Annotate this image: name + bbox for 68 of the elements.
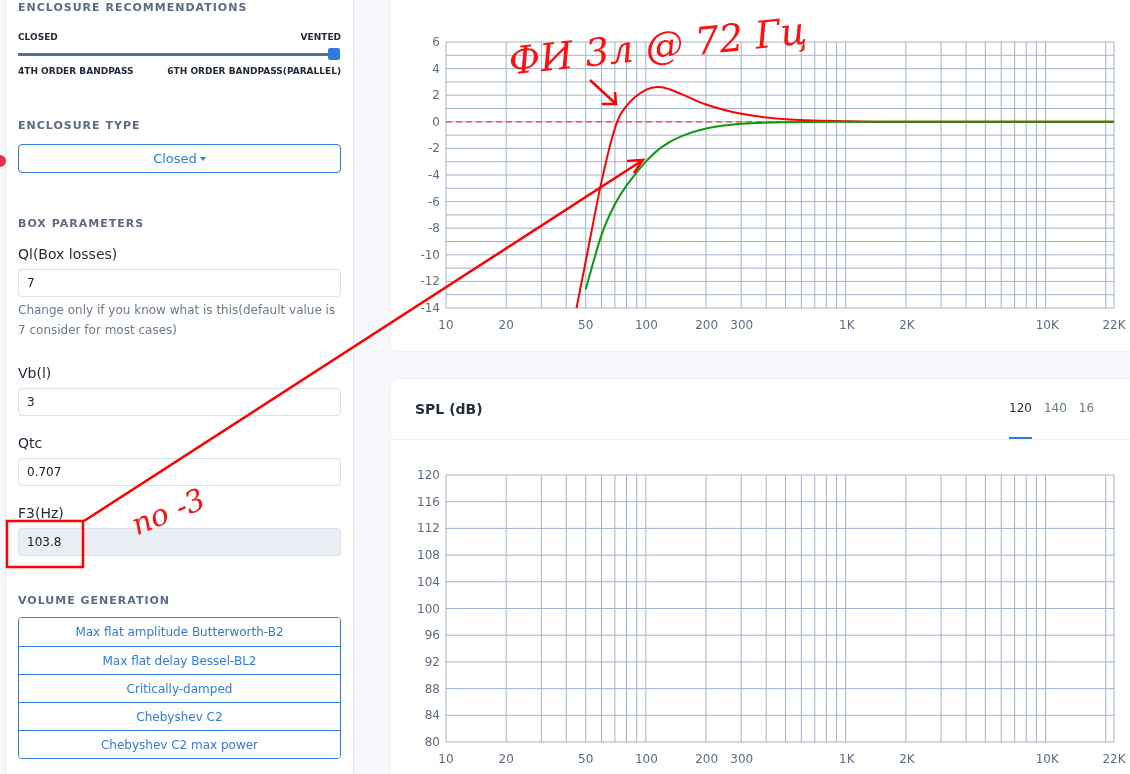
x-axis-label: 300 <box>730 752 754 766</box>
x-axis-label: 22K <box>1102 318 1126 332</box>
field-label: F3(Hz) <box>18 504 64 522</box>
x-axis-label: 10 <box>438 318 454 332</box>
enclosure-type-dropdown[interactable]: Closed <box>18 144 341 173</box>
y-axis-label: -10 <box>420 247 440 262</box>
x-axis-label: 22K <box>1102 752 1126 766</box>
x-axis-label: 2K <box>899 318 915 332</box>
annotation-arrow <box>589 79 618 106</box>
x-axis-label: 100 <box>634 318 658 332</box>
field-label: Ql(Box losses) <box>18 245 118 263</box>
input-field[interactable]: 7 <box>18 269 341 297</box>
x-axis-label: 1K <box>839 318 855 332</box>
caret-icon <box>199 156 206 161</box>
y-axis-label: 100 <box>417 601 440 616</box>
y-axis-label: -6 <box>428 194 440 209</box>
field-label: Vb(l) <box>18 364 52 382</box>
x-axis-label: 50 <box>578 752 594 766</box>
help-text: Change only if you know what is this(default value is 7 consider for most cases) <box>18 302 337 339</box>
slider-label: 4TH ORDER BANDPASS <box>18 65 134 77</box>
y-axis-label: -2 <box>428 141 440 156</box>
x-axis-label: 200 <box>695 752 719 766</box>
x-axis-label: 2K <box>899 752 915 766</box>
section-title: ENCLOSURE RECOMMENDATIONS <box>18 1 249 15</box>
scale-tab[interactable]: 120 <box>1009 379 1032 439</box>
y-axis-label: 92 <box>424 654 440 669</box>
input-field[interactable]: 3 <box>18 388 341 416</box>
y-axis-label: 96 <box>424 628 440 643</box>
section-title: BOX PARAMETERS <box>18 217 146 231</box>
handwritten-note: ФИ 3л @ 72 Гц <box>506 8 809 84</box>
x-axis-label: 50 <box>578 318 594 332</box>
y-axis-label: 116 <box>417 494 440 509</box>
x-axis-label: 20 <box>498 752 514 766</box>
y-axis-label: 84 <box>424 708 440 723</box>
y-axis-label: 108 <box>417 548 440 563</box>
section-title: ENCLOSURE TYPE <box>18 119 142 133</box>
y-axis-label: 112 <box>417 521 440 536</box>
card-title: SPL (dB) <box>415 401 483 417</box>
x-axis-label: 20 <box>498 318 514 332</box>
x-axis-label: 200 <box>695 318 719 332</box>
x-axis-label: 10K <box>1035 752 1059 766</box>
y-axis-label: 88 <box>424 681 440 696</box>
y-axis-label: 0 <box>432 114 440 129</box>
field-label: Qtc <box>18 434 43 452</box>
y-axis-label: 80 <box>424 735 440 749</box>
slider-label: 6TH ORDER BANDPASS(PARALLEL) <box>167 65 341 77</box>
y-axis-label: -12 <box>420 274 440 289</box>
y-axis-label: 6 <box>432 35 440 49</box>
y-axis-label: 2 <box>432 88 440 103</box>
y-axis-label: 4 <box>432 61 440 76</box>
alignment-button[interactable]: Chebyshev C2 max power <box>19 730 340 758</box>
x-axis-label: 100 <box>634 752 658 766</box>
y-axis-label: -14 <box>420 301 440 315</box>
y-axis-label: 104 <box>417 574 440 589</box>
x-axis-label: 10K <box>1035 318 1059 332</box>
y-axis-label: -8 <box>428 221 440 236</box>
y-axis-label: 120 <box>417 468 440 482</box>
y-axis-label: -4 <box>428 168 440 182</box>
x-axis-label: 10 <box>438 752 454 766</box>
input-field[interactable]: 0.707 <box>18 458 341 486</box>
scale-tab[interactable]: 16 <box>1078 379 1095 439</box>
slider-label: CLOSED <box>18 31 58 43</box>
x-axis-label: 300 <box>730 318 754 332</box>
slider-thumb[interactable] <box>328 48 340 60</box>
slider-label: VENTED <box>300 31 341 43</box>
section-title: VOLUME GENERATION <box>18 594 172 608</box>
scale-tab[interactable]: 140 <box>1043 379 1067 439</box>
x-axis-label: 1K <box>839 752 855 766</box>
